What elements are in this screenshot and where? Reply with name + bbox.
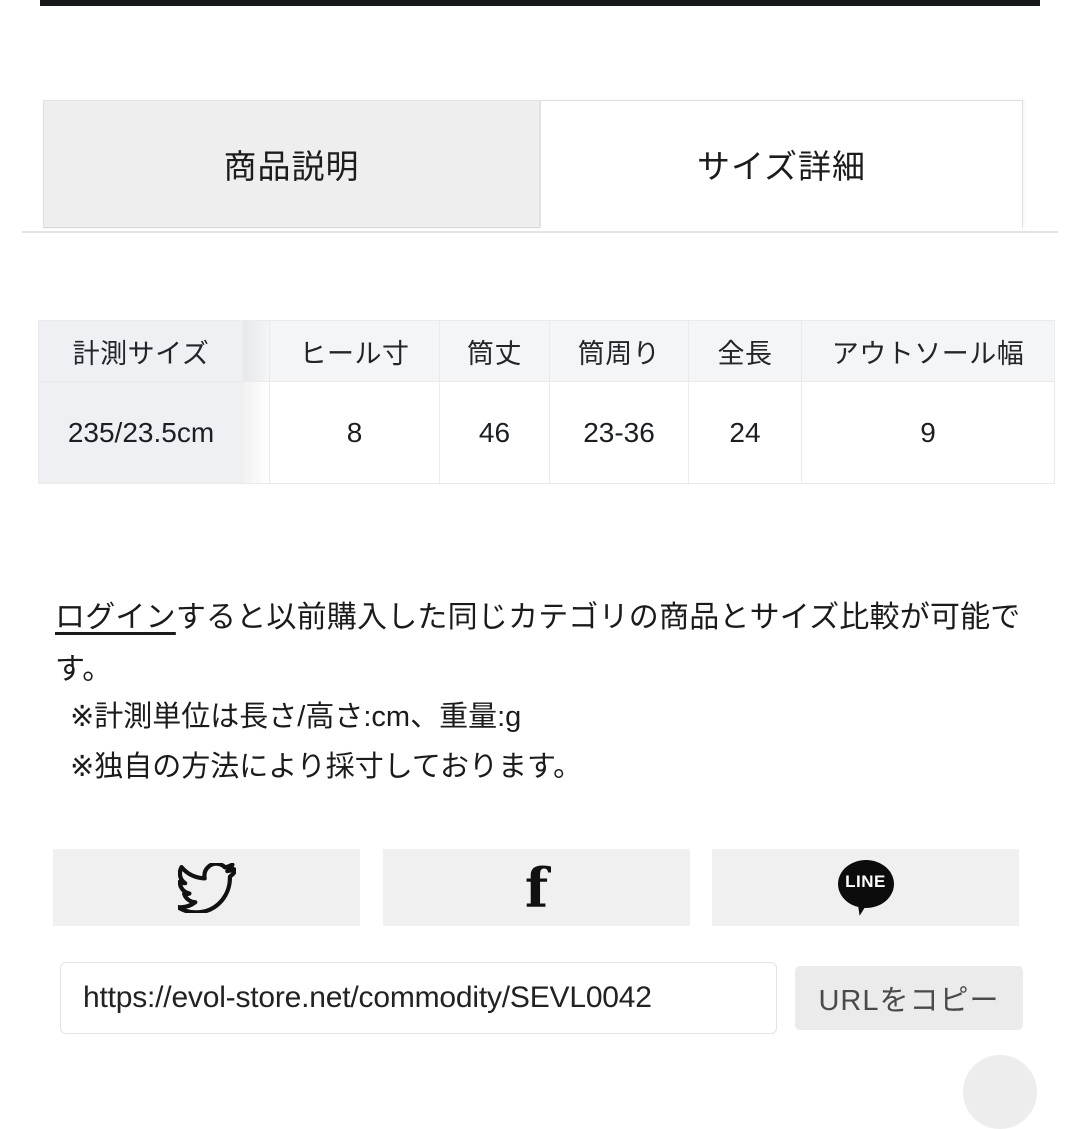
scroll-to-top-button[interactable] xyxy=(963,1055,1037,1129)
top-dark-bar xyxy=(40,0,1040,6)
size-table-cell-total-length: 24 xyxy=(688,381,802,484)
size-table-cell-measurement-size: 235/23.5cm xyxy=(38,381,243,484)
size-table-header-outsole-width: アウトソール幅 xyxy=(801,320,1055,382)
size-table-head: 計測サイズ ヒール寸 筒丈 筒周り 全長 アウトソール幅 xyxy=(38,320,1055,382)
twitter-bird-icon xyxy=(177,862,236,913)
product-url-input[interactable] xyxy=(60,962,777,1034)
share-line-button[interactable]: LINE xyxy=(712,849,1019,926)
table-row: 235/23.5cm 8 46 23-36 24 9 xyxy=(38,381,1055,484)
size-table-header-row: 計測サイズ ヒール寸 筒丈 筒周り 全長 アウトソール幅 xyxy=(38,320,1055,382)
size-table-body: 235/23.5cm 8 46 23-36 24 9 xyxy=(38,381,1055,484)
measurement-notes: ※計測単位は長さ/高さ:cm、重量:g ※独自の方法により採寸しております。 xyxy=(70,692,1020,792)
login-size-comparison-note: ログインすると以前購入した同じカテゴリの商品とサイズ比較が可能です。 xyxy=(55,592,1030,696)
size-table-cell-shaft-height: 46 xyxy=(439,381,550,484)
measurement-note-method: ※独自の方法により採寸しております。 xyxy=(70,751,583,783)
size-table-cell-outsole-width: 9 xyxy=(801,381,1055,484)
size-table-header-shaft-circumference: 筒周り xyxy=(549,320,689,382)
login-link[interactable]: ログイン xyxy=(55,601,176,634)
size-table-cell-heel-height: 8 xyxy=(269,381,440,484)
size-table-sticky-shadow-cell xyxy=(243,320,270,382)
line-bubble-icon: LINE xyxy=(837,859,894,917)
size-table: 計測サイズ ヒール寸 筒丈 筒周り 全長 アウトソール幅 235/23.5cm … xyxy=(38,320,1055,484)
product-detail-tabs: 商品説明 サイズ詳細 xyxy=(0,100,1080,232)
tab-size-details[interactable]: サイズ詳細 xyxy=(540,100,1023,228)
size-table-cell-sticky-shadow xyxy=(243,381,270,484)
share-facebook-button[interactable]: f xyxy=(383,849,690,926)
share-twitter-button[interactable] xyxy=(53,849,360,926)
size-table-header-measurement-size: 計測サイズ xyxy=(38,320,243,382)
line-bubble-label: LINE xyxy=(845,871,886,891)
measurement-note-units: ※計測単位は長さ/高さ:cm、重量:g xyxy=(70,701,522,733)
login-note-rest: すると以前購入した同じカテゴリの商品とサイズ比較が可能です。 xyxy=(55,601,1021,686)
size-table-scroll-container[interactable]: 計測サイズ ヒール寸 筒丈 筒周り 全長 アウトソール幅 235/23.5cm … xyxy=(38,320,1055,484)
tab-product-description[interactable]: 商品説明 xyxy=(43,100,540,228)
size-table-cell-shaft-circumference: 23-36 xyxy=(549,381,689,484)
size-table-header-heel-height: ヒール寸 xyxy=(269,320,440,382)
social-share-row: f LINE xyxy=(53,849,1023,926)
copy-url-button[interactable]: URLをコピー xyxy=(795,966,1023,1030)
facebook-f-icon: f xyxy=(524,855,549,920)
size-table-header-total-length: 全長 xyxy=(688,320,802,382)
tab-product-description-label: 商品説明 xyxy=(223,148,360,185)
url-share-row: URLをコピー xyxy=(60,962,1023,1034)
tabs-underline-divider xyxy=(22,231,1058,233)
size-table-header-shaft-height: 筒丈 xyxy=(439,320,550,382)
tab-size-details-label: サイズ詳細 xyxy=(696,148,866,185)
